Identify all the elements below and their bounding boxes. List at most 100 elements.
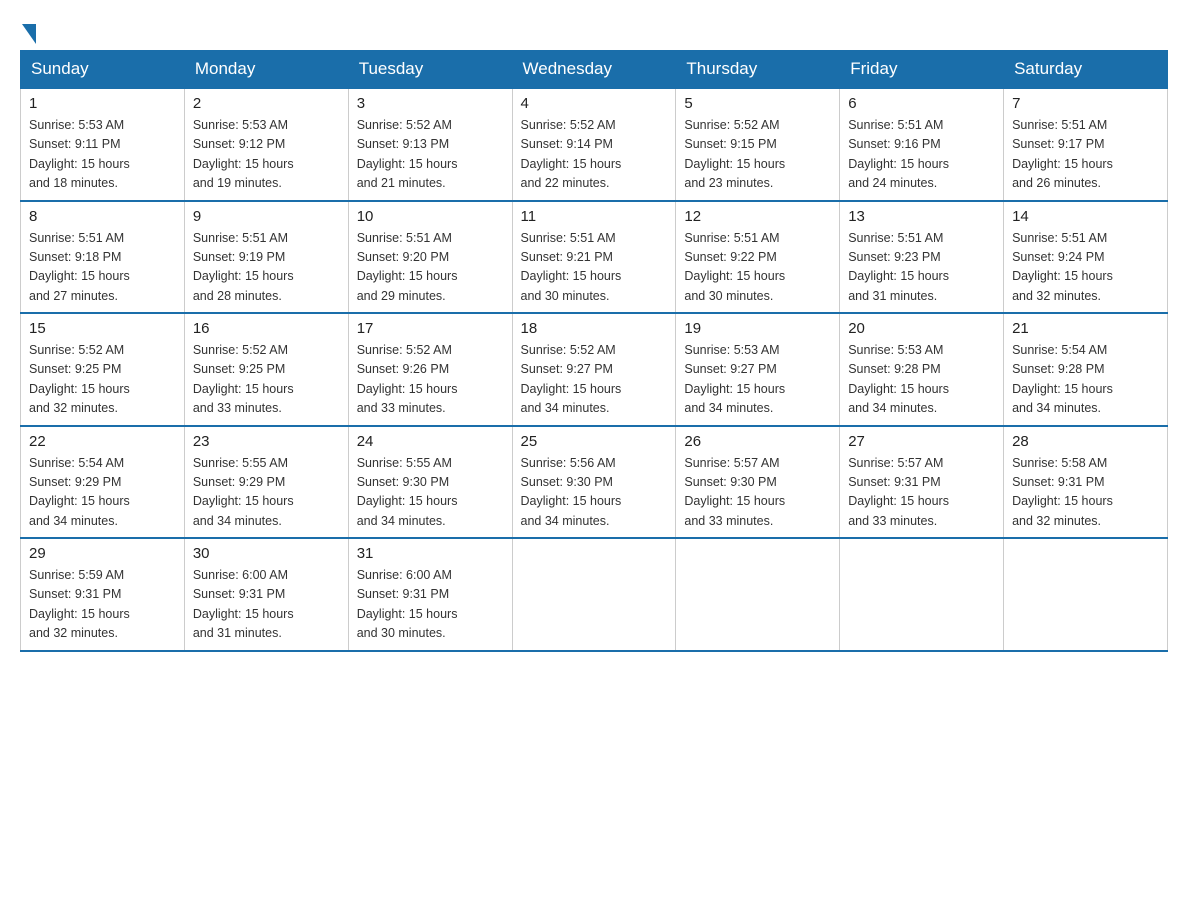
calendar-week-row: 15Sunrise: 5:52 AM Sunset: 9:25 PM Dayli… bbox=[21, 313, 1168, 426]
day-number: 28 bbox=[1012, 433, 1159, 450]
day-number: 22 bbox=[29, 433, 176, 450]
calendar-day-cell: 31 Sunrise: 6:00 AM Sunset: 9:31 PM Dayli… bbox=[348, 538, 512, 651]
day-info: Sunrise: 5:53 AM Sunset: 9:11 PM Dayligh… bbox=[29, 116, 176, 194]
day-info: Sunrise: 5:51 AM Sunset: 9:22 PM Dayligh… bbox=[684, 229, 831, 307]
day-info: Sunrise: 5:51 AM Sunset: 9:21 PM Dayligh… bbox=[521, 229, 668, 307]
calendar-day-cell: 14 Sunrise: 5:51 AM Sunset: 9:24 PM Dayli… bbox=[1004, 201, 1168, 314]
day-info: Sunrise: 5:55 AM Sunset: 9:29 PM Dayligh… bbox=[193, 454, 340, 532]
calendar-day-cell: 16Sunrise: 5:52 AM Sunset: 9:25 PM Dayli… bbox=[184, 313, 348, 426]
calendar-day-cell bbox=[676, 538, 840, 651]
day-info: Sunrise: 5:51 AM Sunset: 9:16 PM Dayligh… bbox=[848, 116, 995, 194]
calendar-day-cell: 12 Sunrise: 5:51 AM Sunset: 9:22 PM Dayli… bbox=[676, 201, 840, 314]
day-number: 3 bbox=[357, 95, 504, 112]
calendar-day-cell: 4Sunrise: 5:52 AM Sunset: 9:14 PM Daylig… bbox=[512, 88, 676, 201]
day-info: Sunrise: 5:51 AM Sunset: 9:24 PM Dayligh… bbox=[1012, 229, 1159, 307]
day-number: 2 bbox=[193, 95, 340, 112]
calendar-day-cell: 1 Sunrise: 5:53 AM Sunset: 9:11 PM Daylig… bbox=[21, 88, 185, 201]
calendar-header-monday: Monday bbox=[184, 51, 348, 89]
calendar-day-cell: 30 Sunrise: 6:00 AM Sunset: 9:31 PM Dayli… bbox=[184, 538, 348, 651]
calendar-week-row: 1 Sunrise: 5:53 AM Sunset: 9:11 PM Daylig… bbox=[21, 88, 1168, 201]
page-header bbox=[20, 20, 1168, 40]
calendar-day-cell: 6 Sunrise: 5:51 AM Sunset: 9:16 PM Daylig… bbox=[840, 88, 1004, 201]
calendar-header-row: SundayMondayTuesdayWednesdayThursdayFrid… bbox=[21, 51, 1168, 89]
day-number: 31 bbox=[357, 545, 504, 562]
day-number: 16 bbox=[193, 320, 340, 337]
day-number: 12 bbox=[684, 208, 831, 225]
day-info: Sunrise: 5:54 AM Sunset: 9:28 PM Dayligh… bbox=[1012, 341, 1159, 419]
day-info: Sunrise: 5:53 AM Sunset: 9:28 PM Dayligh… bbox=[848, 341, 995, 419]
calendar-header-wednesday: Wednesday bbox=[512, 51, 676, 89]
day-info: Sunrise: 6:00 AM Sunset: 9:31 PM Dayligh… bbox=[357, 566, 504, 644]
calendar-header-sunday: Sunday bbox=[21, 51, 185, 89]
calendar-header-saturday: Saturday bbox=[1004, 51, 1168, 89]
day-number: 30 bbox=[193, 545, 340, 562]
day-number: 10 bbox=[357, 208, 504, 225]
day-number: 11 bbox=[521, 208, 668, 225]
day-number: 9 bbox=[193, 208, 340, 225]
calendar-day-cell: 19 Sunrise: 5:53 AM Sunset: 9:27 PM Dayli… bbox=[676, 313, 840, 426]
day-number: 4 bbox=[521, 95, 668, 112]
day-info: Sunrise: 5:55 AM Sunset: 9:30 PM Dayligh… bbox=[357, 454, 504, 532]
calendar-day-cell: 17 Sunrise: 5:52 AM Sunset: 9:26 PM Dayli… bbox=[348, 313, 512, 426]
day-number: 29 bbox=[29, 545, 176, 562]
calendar-day-cell: 24Sunrise: 5:55 AM Sunset: 9:30 PM Dayli… bbox=[348, 426, 512, 539]
day-info: Sunrise: 5:57 AM Sunset: 9:30 PM Dayligh… bbox=[684, 454, 831, 532]
calendar-header-tuesday: Tuesday bbox=[348, 51, 512, 89]
day-number: 17 bbox=[357, 320, 504, 337]
calendar-header-friday: Friday bbox=[840, 51, 1004, 89]
calendar-day-cell: 29 Sunrise: 5:59 AM Sunset: 9:31 PM Dayli… bbox=[21, 538, 185, 651]
day-number: 18 bbox=[521, 320, 668, 337]
day-info: Sunrise: 5:54 AM Sunset: 9:29 PM Dayligh… bbox=[29, 454, 176, 532]
logo-arrow-icon bbox=[22, 24, 36, 44]
day-info: Sunrise: 5:52 AM Sunset: 9:26 PM Dayligh… bbox=[357, 341, 504, 419]
calendar-day-cell: 23 Sunrise: 5:55 AM Sunset: 9:29 PM Dayli… bbox=[184, 426, 348, 539]
day-number: 14 bbox=[1012, 208, 1159, 225]
day-info: Sunrise: 5:51 AM Sunset: 9:19 PM Dayligh… bbox=[193, 229, 340, 307]
calendar-day-cell: 15Sunrise: 5:52 AM Sunset: 9:25 PM Dayli… bbox=[21, 313, 185, 426]
day-number: 21 bbox=[1012, 320, 1159, 337]
calendar-day-cell: 27 Sunrise: 5:57 AM Sunset: 9:31 PM Dayli… bbox=[840, 426, 1004, 539]
day-number: 13 bbox=[848, 208, 995, 225]
day-number: 7 bbox=[1012, 95, 1159, 112]
day-info: Sunrise: 5:58 AM Sunset: 9:31 PM Dayligh… bbox=[1012, 454, 1159, 532]
calendar-day-cell: 2 Sunrise: 5:53 AM Sunset: 9:12 PM Daylig… bbox=[184, 88, 348, 201]
calendar-day-cell bbox=[1004, 538, 1168, 651]
day-number: 1 bbox=[29, 95, 176, 112]
day-number: 19 bbox=[684, 320, 831, 337]
calendar-day-cell: 3 Sunrise: 5:52 AM Sunset: 9:13 PM Daylig… bbox=[348, 88, 512, 201]
calendar-week-row: 8Sunrise: 5:51 AM Sunset: 9:18 PM Daylig… bbox=[21, 201, 1168, 314]
day-info: Sunrise: 5:56 AM Sunset: 9:30 PM Dayligh… bbox=[521, 454, 668, 532]
calendar-day-cell: 10Sunrise: 5:51 AM Sunset: 9:20 PM Dayli… bbox=[348, 201, 512, 314]
day-info: Sunrise: 5:53 AM Sunset: 9:12 PM Dayligh… bbox=[193, 116, 340, 194]
day-info: Sunrise: 5:51 AM Sunset: 9:18 PM Dayligh… bbox=[29, 229, 176, 307]
calendar-week-row: 29 Sunrise: 5:59 AM Sunset: 9:31 PM Dayli… bbox=[21, 538, 1168, 651]
day-info: Sunrise: 5:59 AM Sunset: 9:31 PM Dayligh… bbox=[29, 566, 176, 644]
calendar-week-row: 22 Sunrise: 5:54 AM Sunset: 9:29 PM Dayli… bbox=[21, 426, 1168, 539]
day-number: 23 bbox=[193, 433, 340, 450]
calendar-header-thursday: Thursday bbox=[676, 51, 840, 89]
calendar-day-cell: 8Sunrise: 5:51 AM Sunset: 9:18 PM Daylig… bbox=[21, 201, 185, 314]
calendar-day-cell: 22 Sunrise: 5:54 AM Sunset: 9:29 PM Dayli… bbox=[21, 426, 185, 539]
day-info: Sunrise: 5:51 AM Sunset: 9:17 PM Dayligh… bbox=[1012, 116, 1159, 194]
day-number: 6 bbox=[848, 95, 995, 112]
calendar-day-cell: 21 Sunrise: 5:54 AM Sunset: 9:28 PM Dayli… bbox=[1004, 313, 1168, 426]
calendar-day-cell: 26 Sunrise: 5:57 AM Sunset: 9:30 PM Dayli… bbox=[676, 426, 840, 539]
day-number: 26 bbox=[684, 433, 831, 450]
day-info: Sunrise: 5:52 AM Sunset: 9:13 PM Dayligh… bbox=[357, 116, 504, 194]
calendar-day-cell: 20 Sunrise: 5:53 AM Sunset: 9:28 PM Dayli… bbox=[840, 313, 1004, 426]
calendar-day-cell: 25 Sunrise: 5:56 AM Sunset: 9:30 PM Dayli… bbox=[512, 426, 676, 539]
day-info: Sunrise: 5:52 AM Sunset: 9:15 PM Dayligh… bbox=[684, 116, 831, 194]
day-number: 25 bbox=[521, 433, 668, 450]
day-info: Sunrise: 5:57 AM Sunset: 9:31 PM Dayligh… bbox=[848, 454, 995, 532]
day-number: 27 bbox=[848, 433, 995, 450]
calendar-day-cell bbox=[840, 538, 1004, 651]
calendar-day-cell: 18Sunrise: 5:52 AM Sunset: 9:27 PM Dayli… bbox=[512, 313, 676, 426]
calendar-day-cell: 28 Sunrise: 5:58 AM Sunset: 9:31 PM Dayli… bbox=[1004, 426, 1168, 539]
day-number: 20 bbox=[848, 320, 995, 337]
calendar-day-cell: 5Sunrise: 5:52 AM Sunset: 9:15 PM Daylig… bbox=[676, 88, 840, 201]
calendar-day-cell: 7 Sunrise: 5:51 AM Sunset: 9:17 PM Daylig… bbox=[1004, 88, 1168, 201]
calendar-table: SundayMondayTuesdayWednesdayThursdayFrid… bbox=[20, 50, 1168, 652]
day-info: Sunrise: 5:53 AM Sunset: 9:27 PM Dayligh… bbox=[684, 341, 831, 419]
day-number: 15 bbox=[29, 320, 176, 337]
day-info: Sunrise: 6:00 AM Sunset: 9:31 PM Dayligh… bbox=[193, 566, 340, 644]
